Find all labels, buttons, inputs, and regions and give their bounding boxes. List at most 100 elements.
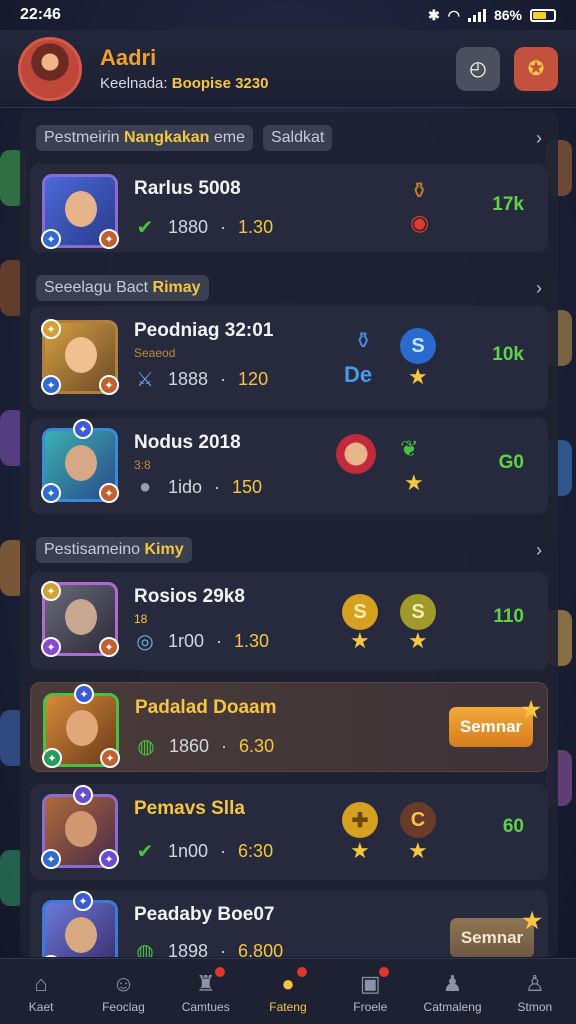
nav-item-home[interactable]: ⌂ Kaet — [0, 959, 82, 1024]
wifi-icon: ◠ — [447, 6, 460, 23]
bluetooth-icon: ✱ — [428, 6, 440, 23]
section-chip[interactable]: Pestisameino Kimy — [36, 537, 192, 563]
element-icon: ✦ — [100, 748, 120, 768]
hero-portrait: ✦ ✦ — [41, 891, 118, 957]
leaderboard-panel: Pestmeirin Nangkakan eme Saldkat › ✦ ✦ R… — [20, 112, 558, 957]
chest-icon: ▣ — [359, 970, 381, 996]
action-button[interactable]: Semnar ★ — [450, 908, 542, 957]
hero-stats: ◍ 1860 · 6.30 — [135, 735, 274, 758]
star-icon: ★ — [522, 908, 542, 933]
list-item[interactable]: ✦ ✦ Peadaby Boe07 ◍ 1898 · 6.800 Semnar … — [30, 890, 548, 957]
profile-header: Aadri Keelnada: Boopise 3230 ◴ ✪ — [0, 30, 576, 108]
reward-value: G0 — [498, 452, 524, 473]
section-highlight: Nangkakan — [124, 129, 210, 146]
element-icon: ✦ — [41, 375, 61, 395]
people-icon: ♟ — [442, 970, 463, 996]
hero-stats: ◍ 1898 · 6.800 — [134, 940, 283, 958]
sword-icon: ⚔ — [136, 368, 154, 391]
ring-icon: ◍ — [137, 735, 155, 758]
hero-portrait: ✦ ✦ ✦ — [41, 785, 119, 869]
list-item[interactable]: ✦ ✦ ✦ Rosios 29k8 18 ◎ 1r00 · 1.30 S ★ S… — [30, 572, 548, 670]
section-header[interactable]: Pestmeirin Nangkakan eme Saldkat › — [20, 116, 558, 160]
coin-icon: C — [400, 802, 436, 838]
nav-item-profile[interactable]: ☺ Feoclag — [82, 959, 164, 1024]
stopwatch-icon: ◴ — [469, 58, 487, 80]
chevron-right-icon[interactable]: › — [536, 540, 542, 561]
hero-name: Peodniag 32:01 — [134, 320, 274, 341]
hero-stats: ◎ 1r00 · 1.30 — [134, 630, 269, 653]
section-chip[interactable]: Saldkat — [262, 125, 333, 151]
gourd-icon: ⚱ — [410, 178, 429, 203]
element-icon: ✦ — [42, 748, 62, 768]
chevron-right-icon[interactable]: › — [536, 278, 542, 299]
hero-portrait: ✦ ✦ — [41, 174, 119, 249]
element-icon: ✦ — [73, 785, 93, 805]
signal-icon — [467, 8, 486, 22]
rank-button[interactable]: ✪ — [514, 46, 558, 91]
section-highlight: Kimy — [144, 541, 184, 558]
hero-name: Rarlus 5008 — [134, 178, 241, 199]
element-icon: ✦ — [41, 483, 61, 503]
hero-name: Pemavs Slla — [134, 798, 245, 819]
nav-item-user[interactable]: ♙ Stmon — [494, 959, 576, 1024]
home-icon: ⌂ — [34, 970, 48, 996]
section-chip[interactable]: Pestmeirin Nangkakan eme — [36, 125, 253, 151]
check-icon: ✔ — [136, 840, 154, 863]
list-item[interactable]: ✦ ✦ ✦ Pemavs Slla ✔ 1n00 · 6:30 ✚ ★ C ★ … — [30, 784, 548, 880]
list-item-selected[interactable]: ✦ ✦ ✦ Padalad Doaam ◍ 1860 · 6.30 Semnar… — [30, 682, 548, 772]
nav-item-chest[interactable]: ▣ Froele — [329, 959, 411, 1024]
hero-portrait: ✦ ✦ ✦ — [41, 319, 119, 395]
element-icon: ✦ — [99, 483, 119, 503]
hero-stats: ⚔ 1888 · 120 — [134, 368, 268, 391]
chevron-right-icon[interactable]: › — [536, 128, 542, 149]
nav-item-people[interactable]: ♟ Catmaleng — [411, 959, 493, 1024]
reward-value: 17k — [492, 194, 524, 215]
section-header[interactable]: Pestisameino Kimy › — [20, 528, 558, 572]
star-icon: ★ — [350, 838, 370, 863]
hero-subtitle: 18 — [134, 612, 148, 626]
status-bar: 22:46 ✱ ◠ 86% — [0, 0, 576, 30]
notification-dot — [297, 967, 308, 977]
coin-icon: S — [400, 594, 436, 630]
coin-icon: S — [342, 594, 378, 630]
list-item[interactable]: ✦ ✦ ✦ Nodus 2018 3:8 ● 1ido · 150 ❦ ★ G0 — [30, 418, 548, 514]
timer-button[interactable]: ◴ — [456, 46, 500, 91]
element-icon: ✦ — [41, 581, 61, 601]
star-icon: ★ — [408, 838, 428, 863]
hero-name: Rosios 29k8 — [134, 586, 245, 607]
star-icon: ★ — [350, 628, 370, 653]
notification-dot — [379, 967, 390, 977]
status-time: 22:46 — [20, 6, 61, 23]
element-icon: ✦ — [73, 891, 93, 911]
section-header[interactable]: Seeelagu Bact Rimay › — [20, 266, 558, 310]
gem-icon: S — [400, 328, 436, 364]
star-icon: ★ — [404, 470, 424, 495]
reward-value: 10k — [492, 344, 524, 365]
element-icon: ✦ — [41, 637, 61, 657]
list-item[interactable]: ✦ ✦ ✦ Peodniag 32:01 Seaeod ⚔ 1888 · 120… — [30, 306, 548, 410]
nav-item-castle[interactable]: ♜ Camtues — [165, 959, 247, 1024]
element-icon: ✦ — [41, 955, 61, 957]
player-points: Keelnada: Boopise 3230 — [100, 75, 442, 92]
bomb-icon: ● — [138, 475, 152, 498]
hero-stats: ✔ 1880 · 1.30 — [134, 216, 273, 239]
castle-icon: ♜ — [195, 970, 216, 996]
battery-icon — [530, 8, 556, 22]
profile-icon: ☺ — [112, 970, 135, 996]
section-chip[interactable]: Seeelagu Bact Rimay — [36, 275, 209, 301]
points-value: Boopise 3230 — [171, 75, 269, 92]
gourd-icon: ⚱ — [354, 328, 373, 353]
element-icon: ✦ — [41, 319, 61, 339]
user-icon: ♙ — [524, 970, 545, 996]
ring-icon: ◍ — [136, 940, 154, 958]
reward-value: 110 — [493, 606, 524, 627]
action-button[interactable]: Semnar ★ — [449, 697, 541, 747]
coin-icon: ✚ — [342, 802, 378, 838]
list-item[interactable]: ✦ ✦ Rarlus 5008 ✔ 1880 · 1.30 ⚱ ◉ 17k — [30, 164, 548, 252]
player-name: Aadri — [100, 45, 157, 70]
reward-mark: De — [344, 362, 373, 387]
avatar[interactable] — [18, 36, 82, 101]
nav-item-fateng[interactable]: ● Fateng — [247, 959, 329, 1024]
notification-dot — [214, 967, 225, 977]
section-highlight: Rimay — [152, 279, 201, 296]
